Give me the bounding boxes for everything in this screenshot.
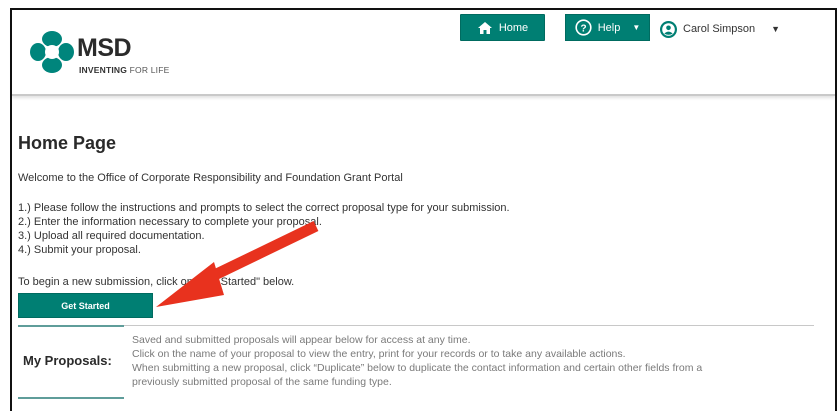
user-avatar-icon	[660, 20, 677, 38]
user-name: Carol Simpson	[683, 23, 756, 35]
help-label: Help	[597, 21, 621, 34]
proposals-line: Saved and submitted proposals will appea…	[132, 334, 471, 346]
step-item: 3.) Upload all required documentation.	[18, 230, 205, 242]
get-started-button[interactable]: Get Started	[18, 293, 153, 318]
step-item: 1.) Please follow the instructions and p…	[18, 202, 510, 214]
help-icon: ?	[575, 19, 592, 36]
tagline-light: FOR LIFE	[127, 65, 170, 75]
chevron-down-icon: ▼	[632, 23, 641, 32]
logo-wordmark: MSD	[77, 34, 132, 62]
msd-logo-icon	[30, 31, 74, 73]
msd-logo[interactable]: MSD INVENTING FOR LIFE	[30, 30, 195, 78]
proposals-description: Saved and submitted proposals will appea…	[132, 333, 702, 389]
proposals-line: When submitting a new proposal, click “D…	[132, 362, 703, 374]
step-item: 2.) Enter the information necessary to c…	[18, 216, 322, 228]
home-button[interactable]: Home	[460, 14, 545, 41]
user-menu[interactable]: Carol Simpson ▼	[660, 18, 780, 40]
page-title: Home Page	[18, 133, 117, 153]
proposals-label-box: My Proposals:	[18, 325, 124, 399]
my-proposals-section: My Proposals: Saved and submitted propos…	[18, 325, 814, 405]
site-header: MSD INVENTING FOR LIFE Home ? Help ▼ Car…	[12, 10, 835, 96]
instruction-steps: 1.) Please follow the instructions and p…	[18, 201, 510, 257]
proposals-line: Click on the name of your proposal to vi…	[132, 348, 626, 360]
home-label: Home	[498, 21, 529, 34]
proposals-heading: My Proposals:	[23, 353, 112, 368]
help-dropdown-button[interactable]: ? Help ▼	[565, 14, 650, 41]
chevron-down-icon: ▼	[771, 24, 781, 34]
divider	[124, 325, 814, 326]
logo-tagline: INVENTING FOR LIFE	[79, 65, 170, 75]
svg-text:?: ?	[580, 23, 586, 34]
home-icon	[477, 21, 492, 34]
tagline-strong: INVENTING	[79, 65, 128, 75]
begin-instruction: To begin a new submission, click on "Get…	[18, 276, 295, 288]
proposals-line: previously submitted proposal of the sam…	[132, 376, 392, 388]
step-item: 4.) Submit your proposal.	[18, 244, 141, 256]
welcome-text: Welcome to the Office of Corporate Respo…	[18, 172, 403, 184]
